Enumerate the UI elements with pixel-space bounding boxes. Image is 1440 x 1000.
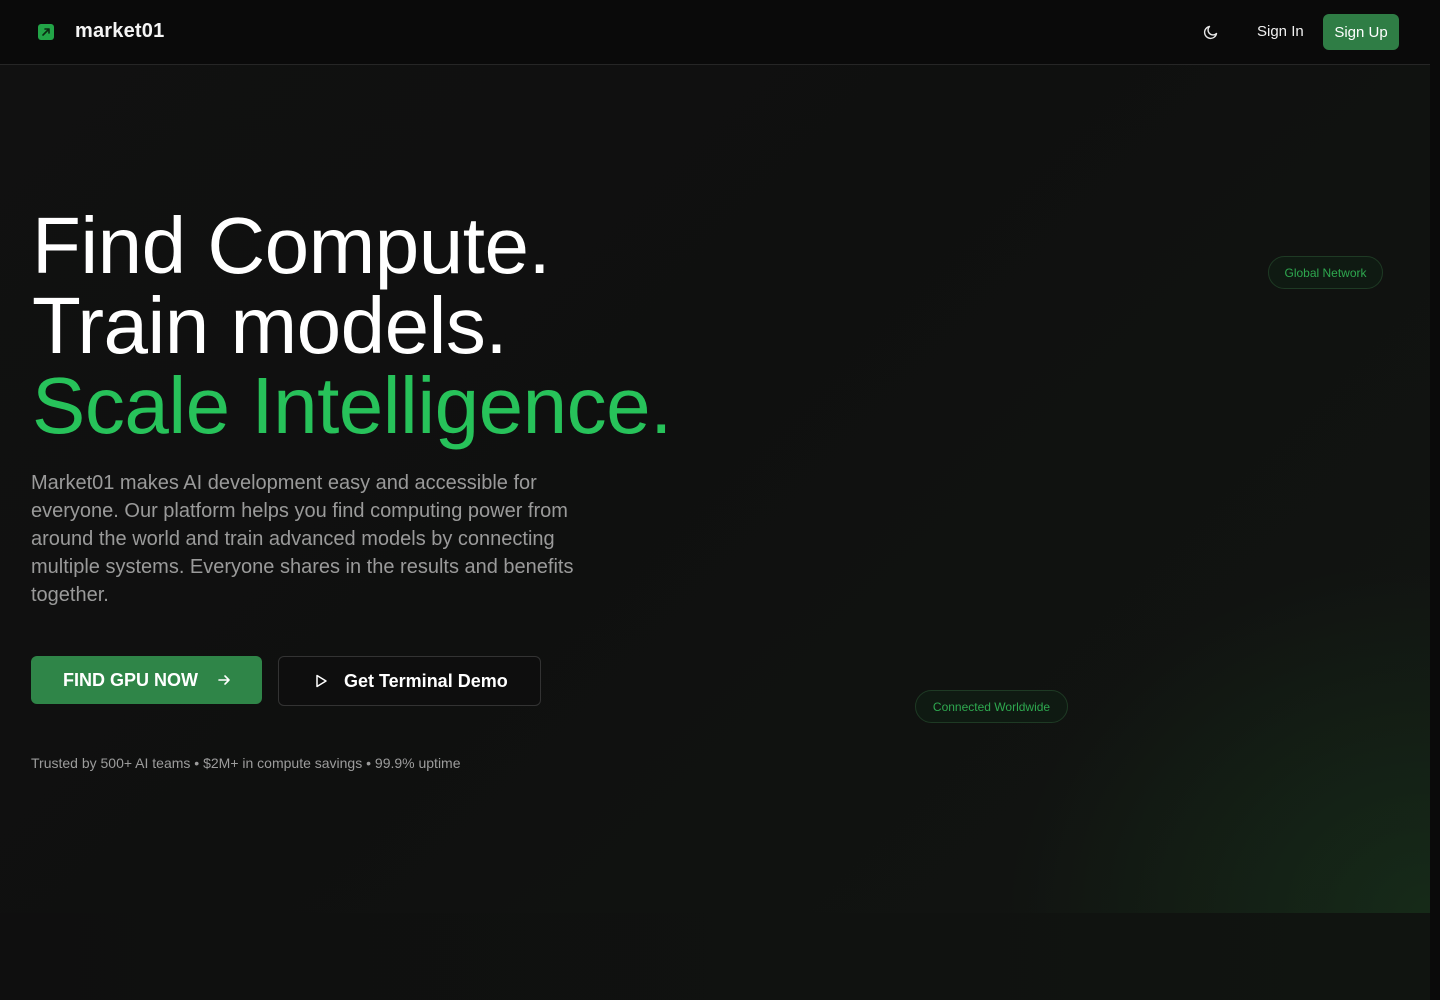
brand-name[interactable]: market01 [75, 20, 164, 43]
hero-headline-line-3: Scale Intelligence. [32, 361, 672, 450]
connected-worldwide-badge: Connected Worldwide [915, 690, 1068, 723]
terminal-demo-button[interactable]: Get Terminal Demo [278, 656, 541, 706]
bottom-band [0, 913, 1430, 1000]
hero-headline-line-1: Find Compute. [32, 201, 551, 290]
trust-stats: Trusted by 500+ AI teams • $2M+ in compu… [31, 755, 461, 771]
top-navbar: market01 Sign In Sign Up [0, 0, 1430, 65]
find-gpu-label: FIND GPU NOW [63, 669, 198, 690]
terminal-demo-label: Get Terminal Demo [344, 671, 508, 691]
moon-icon[interactable] [1200, 21, 1222, 43]
brand-logo-icon[interactable] [38, 24, 54, 40]
hero-description: Market01 makes AI development easy and a… [31, 472, 574, 606]
scrollbar-track [1430, 0, 1440, 1000]
find-gpu-button[interactable]: FIND GPU NOW [31, 656, 262, 704]
play-icon [313, 673, 329, 689]
global-network-badge: Global Network [1268, 256, 1383, 289]
sign-up-button[interactable]: Sign Up [1323, 14, 1399, 50]
sign-in-link[interactable]: Sign In [1257, 23, 1304, 40]
arrow-right-icon [215, 671, 233, 689]
hero-headline-line-2: Train models. [32, 281, 508, 370]
